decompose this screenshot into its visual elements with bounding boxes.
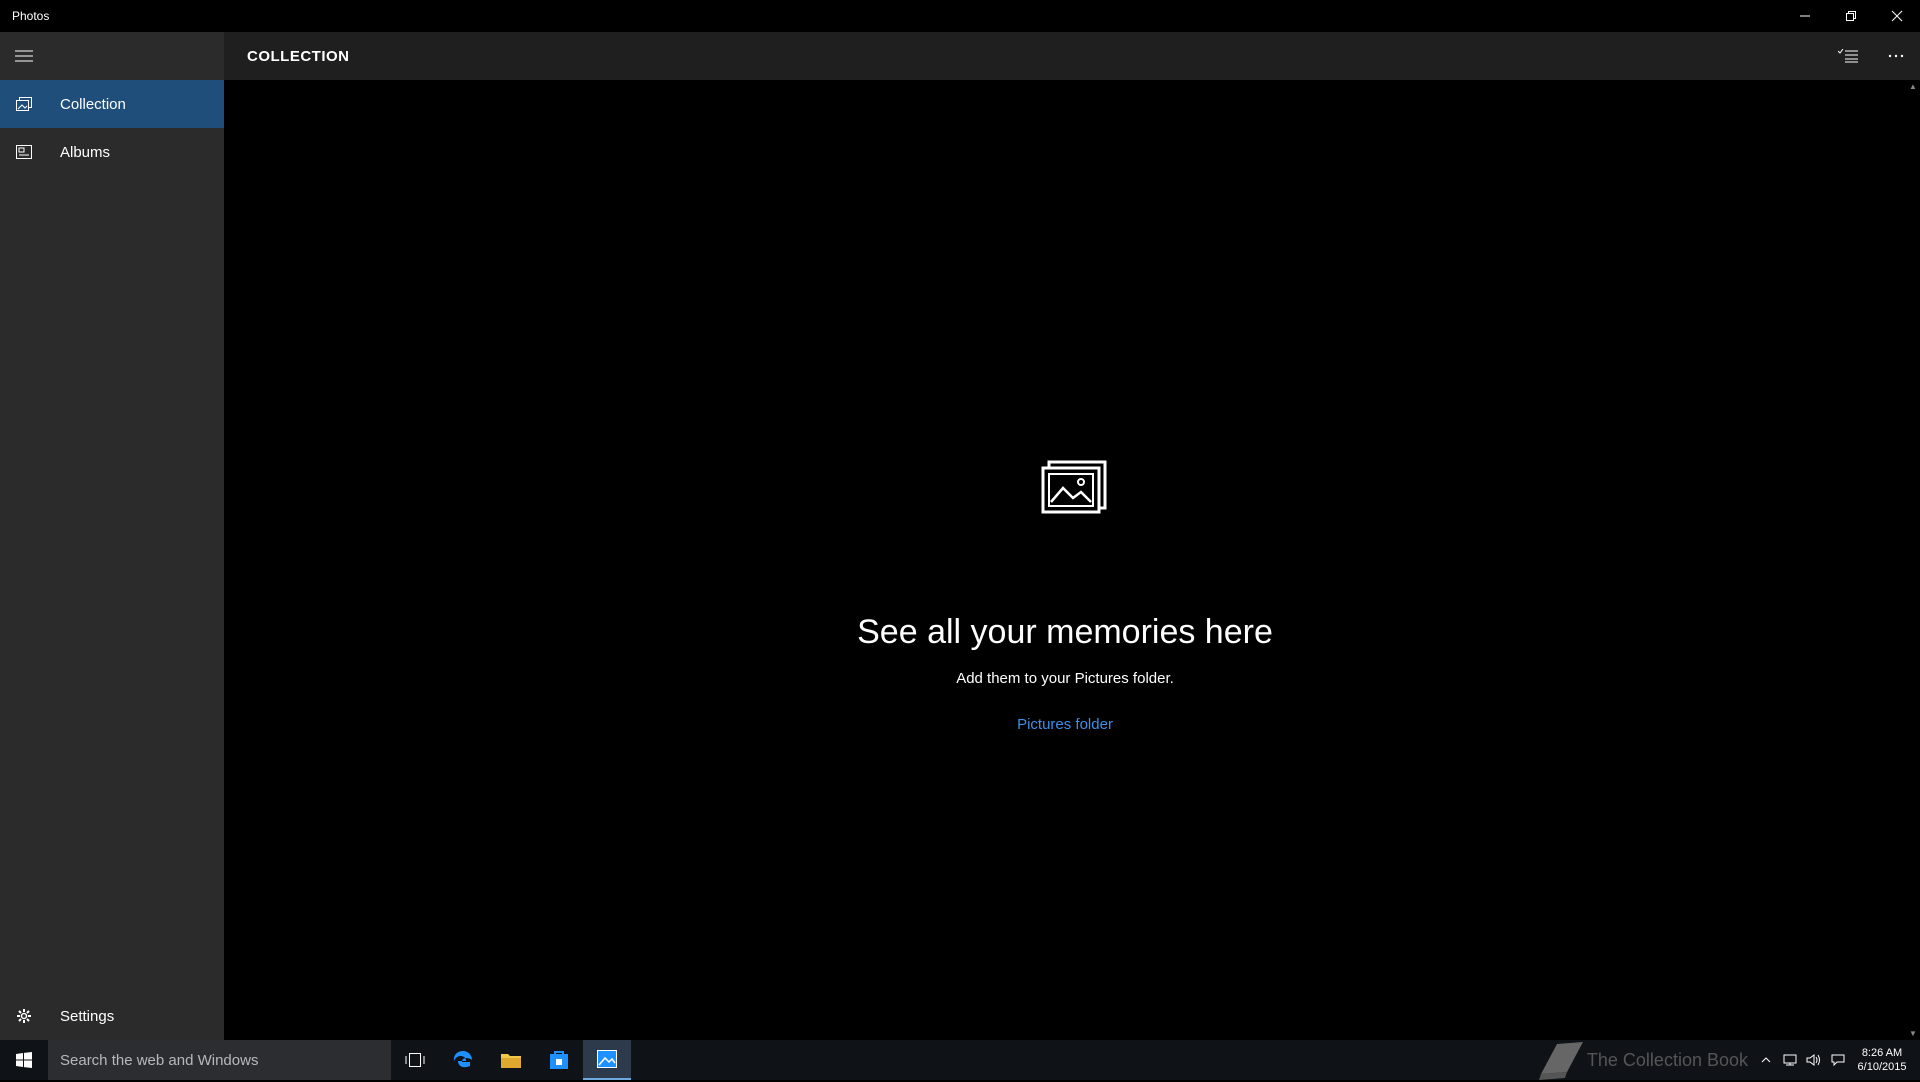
file-explorer-button[interactable] [487, 1040, 535, 1080]
restore-button[interactable] [1828, 0, 1874, 32]
action-center-button[interactable] [1826, 1040, 1850, 1080]
more-options-button[interactable] [1872, 32, 1920, 80]
chevron-up-icon [1761, 1057, 1771, 1063]
restore-icon [1846, 11, 1856, 21]
clock-date: 6/10/2015 [1857, 1061, 1907, 1073]
watermark-text: The Collection Book [1586, 1049, 1748, 1070]
start-button[interactable] [0, 1040, 48, 1080]
show-hidden-icons-button[interactable] [1754, 1040, 1778, 1080]
more-icon [1888, 54, 1904, 58]
hamburger-menu-button[interactable] [0, 32, 48, 80]
photos-taskbar-button[interactable] [583, 1040, 631, 1080]
taskbar: Search the web and Windows The Collectio… [0, 1040, 1920, 1080]
close-button[interactable] [1874, 0, 1920, 32]
sidebar-item-collection[interactable]: Collection [0, 80, 224, 128]
edge-icon [453, 1051, 472, 1068]
close-icon [1891, 10, 1903, 22]
select-list-icon [1838, 49, 1858, 63]
empty-state-subline: Add them to your Pictures folder. [956, 670, 1174, 687]
task-view-icon [405, 1053, 425, 1067]
empty-state: See all your memories here Add them to y… [224, 80, 1906, 1040]
app-title: Photos [12, 9, 50, 23]
volume-button[interactable] [1802, 1040, 1826, 1080]
book-icon [1538, 1042, 1583, 1080]
minimize-button[interactable] [1782, 0, 1828, 32]
scroll-down-icon[interactable]: ▼ [1909, 1029, 1917, 1038]
sidebar-item-settings[interactable]: Settings [0, 992, 224, 1040]
title-bar: Photos [0, 0, 1920, 32]
task-view-button[interactable] [391, 1040, 439, 1080]
collection-icon [0, 80, 48, 128]
network-button[interactable] [1778, 1040, 1802, 1080]
sidebar-item-label: Settings [60, 1007, 115, 1025]
folder-icon [501, 1054, 521, 1068]
store-button[interactable] [535, 1040, 583, 1080]
pictures-folder-link[interactable]: Pictures folder [224, 716, 1906, 733]
watermark: The Collection Book [1537, 1038, 1748, 1082]
photos-icon [1041, 460, 1107, 514]
select-button[interactable] [1824, 32, 1872, 80]
main-content: See all your memories here Add them to y… [224, 80, 1906, 1040]
edge-button[interactable] [439, 1040, 487, 1080]
empty-state-headline: See all your memories here [857, 613, 1273, 651]
message-icon [1831, 1054, 1845, 1066]
sidebar-item-albums[interactable]: Albums [0, 128, 224, 176]
speaker-icon [1806, 1054, 1820, 1066]
hamburger-icon [15, 50, 33, 62]
store-icon [550, 1051, 568, 1069]
taskbar-search-input[interactable]: Search the web and Windows [48, 1040, 391, 1080]
clock-time: 8:26 AM [1861, 1047, 1903, 1059]
page-title: COLLECTION [247, 47, 350, 65]
album-icon [0, 128, 48, 176]
sidebar: Collection Albums Settings [0, 32, 224, 1040]
taskbar-clock[interactable]: 8:26 AM 6/10/2015 [1850, 1046, 1914, 1074]
gear-icon [0, 992, 48, 1040]
page-header: COLLECTION [224, 32, 1920, 80]
photos-app-icon [597, 1050, 617, 1068]
network-icon [1783, 1054, 1797, 1066]
scroll-up-icon[interactable]: ▲ [1909, 82, 1917, 91]
scrollbar[interactable]: ▲ ▼ [1906, 80, 1920, 1040]
minimize-icon [1800, 15, 1810, 17]
sidebar-item-label: Collection [60, 95, 126, 113]
windows-logo-icon [16, 1052, 32, 1068]
system-tray: The Collection Book 8:26 AM 6/10/2015 [1537, 1040, 1920, 1080]
sidebar-item-label: Albums [60, 143, 111, 161]
